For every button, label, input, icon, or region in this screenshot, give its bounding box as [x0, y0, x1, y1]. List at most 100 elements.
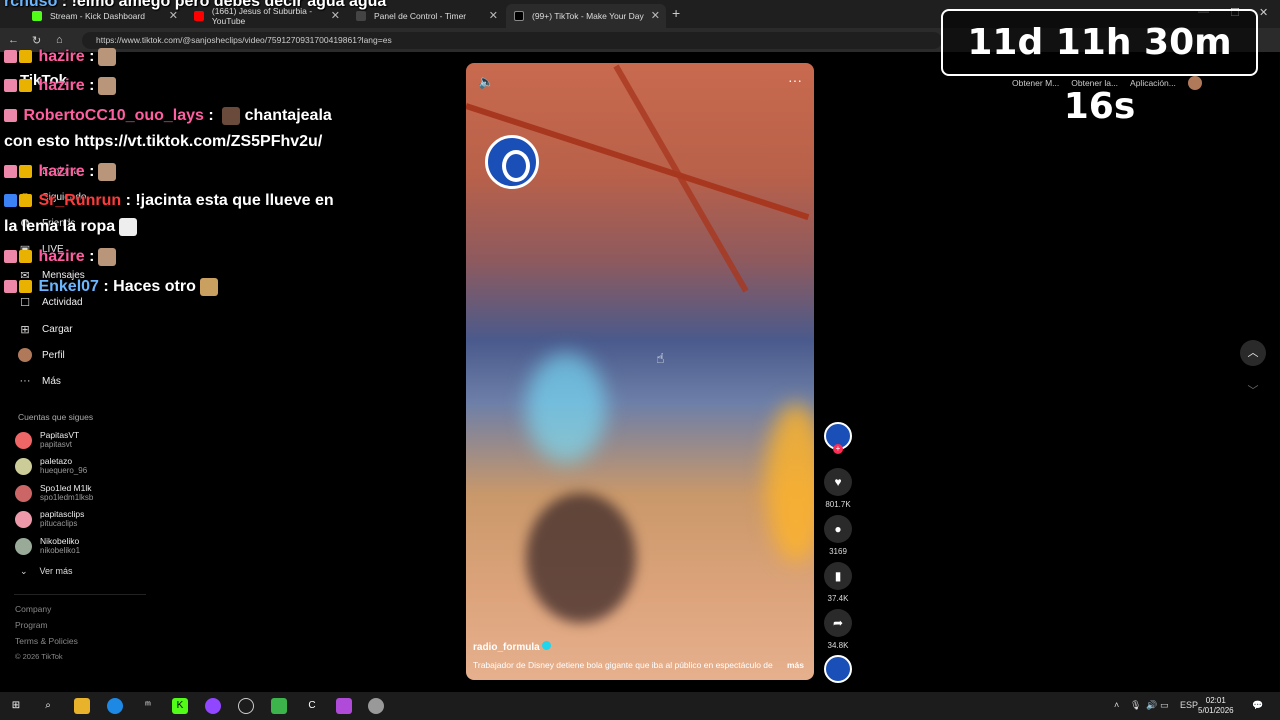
more-link[interactable]: más	[787, 660, 804, 670]
chat-username: hazire	[38, 163, 85, 180]
comment-button[interactable]: ● 3169	[824, 515, 852, 556]
footer-link[interactable]: Terms & Policies	[15, 636, 78, 646]
app-icon[interactable]	[205, 698, 221, 714]
emote-icon	[98, 47, 117, 66]
emote-icon	[222, 106, 241, 125]
previous-video-button[interactable]: ︿	[1240, 340, 1266, 366]
music-disc-icon	[824, 655, 852, 683]
windows-start-icon[interactable]: ⊞	[8, 698, 24, 714]
microphone-icon[interactable]: 🎙	[1130, 700, 1141, 711]
chat-username: RobertoCC10_ouo_lays	[23, 107, 204, 124]
sidebar-item-label: Cargar	[42, 323, 73, 335]
emote-icon	[98, 76, 117, 95]
account-name: PapitasVT	[40, 430, 80, 440]
video-author[interactable]: radio_formula	[473, 641, 552, 653]
following-header: Cuentas que sigues	[18, 412, 94, 422]
sidebar-item-cargar[interactable]: ⊞ Cargar	[18, 322, 73, 336]
chat-message: RobertoCC10_ouo_lays : chantajeala con e…	[4, 106, 332, 150]
upload-icon: ⊞	[20, 323, 30, 336]
app-icon[interactable]: C	[304, 698, 320, 714]
account-name: papitasclips	[40, 509, 85, 519]
file-explorer-icon[interactable]	[74, 698, 90, 714]
chat-message: hazire :	[4, 244, 117, 270]
copyright: © 2026 TikTok	[15, 652, 63, 661]
avatar	[15, 537, 32, 555]
footer-link[interactable]: Program	[15, 620, 48, 630]
app-icon[interactable]	[336, 698, 352, 714]
footer-link[interactable]: Company	[15, 604, 51, 614]
chat-text: Haces otro	[113, 278, 196, 295]
obs-icon[interactable]	[238, 698, 254, 714]
kick-icon[interactable]: K	[172, 698, 188, 714]
followed-account[interactable]: PapitasVT papitasvt	[15, 430, 79, 450]
search-icon[interactable]: ⌕	[40, 698, 56, 714]
chat-message: hazire :	[4, 44, 117, 70]
edge-icon[interactable]	[107, 698, 123, 714]
followed-account[interactable]: paletazo huequero_96	[15, 456, 87, 476]
next-video-button[interactable]: ﹀	[1240, 378, 1266, 404]
followed-account[interactable]: papitasclips pitucaclips	[15, 509, 84, 529]
tray-expand-icon[interactable]: ˄	[1114, 700, 1119, 710]
share-button[interactable]: ➦ 34.8K	[824, 609, 852, 650]
share-count: 34.8K	[827, 641, 849, 650]
speaker-icon[interactable]: 🔊	[1146, 700, 1157, 711]
app-icon[interactable]: ᵐ	[140, 698, 156, 714]
sound-disc-button[interactable]	[824, 655, 852, 683]
sidebar-item-perfil[interactable]: Perfil	[18, 348, 65, 362]
notifications-icon[interactable]: 💬	[1252, 700, 1263, 711]
like-button[interactable]: ♥ 801.7K	[824, 468, 852, 509]
avatar[interactable]	[1187, 76, 1202, 90]
close-window-icon[interactable]: ✕	[1259, 6, 1268, 19]
url-field[interactable]: https://www.tiktok.com/@sanjosheclips/vi…	[82, 32, 942, 49]
badge-icon	[19, 280, 32, 294]
save-button[interactable]: ▮ 37.4K	[824, 562, 852, 603]
badge-icon	[4, 50, 17, 64]
chat-message: Enkel07 : Haces otro	[4, 274, 218, 300]
hand-cursor-icon: ☝	[656, 350, 665, 366]
emote-icon	[98, 162, 117, 181]
desktop-app-button[interactable]: Aplicación...	[1130, 78, 1176, 88]
video-frame-detail	[526, 353, 606, 463]
new-tab-icon[interactable]: +	[672, 5, 680, 21]
see-more-label: Ver más	[39, 566, 73, 576]
more-icon: ···	[19, 375, 31, 387]
tab-label: (99+) TikTok - Make Your Day	[532, 11, 644, 21]
creator-avatar-button[interactable]: +	[824, 422, 852, 454]
chat-message: rchuso : !elmo amego pero debes decir ag…	[4, 0, 386, 12]
get-app-button[interactable]: Obtener la...	[1071, 78, 1118, 88]
tab-tiktok[interactable]: (99+) TikTok - Make Your Day ✕	[506, 4, 666, 28]
close-tab-icon[interactable]: ✕	[489, 9, 498, 22]
like-count: 801.7K	[825, 500, 851, 509]
account-name: paletazo	[40, 456, 73, 466]
account-handle: pitucaclips	[40, 519, 78, 528]
sidebar-item-mas[interactable]: ··· Más	[18, 374, 61, 388]
comment-icon: ●	[824, 515, 852, 543]
badge-icon	[19, 165, 32, 179]
network-icon[interactable]: ▭	[1160, 700, 1169, 711]
more-options-icon[interactable]: ···	[788, 72, 802, 88]
followed-account[interactable]: Spo1led M1lk spo1ledm1lksb	[15, 483, 93, 503]
account-handle: nikobeliko1	[40, 546, 81, 555]
chat-username: Enkel07	[38, 278, 99, 295]
follow-plus-icon[interactable]: +	[833, 444, 843, 454]
avatar	[15, 431, 32, 449]
app-icon[interactable]	[368, 698, 384, 714]
heart-icon: ♥	[824, 468, 852, 496]
video-frame-detail	[766, 403, 814, 563]
get-coins-button[interactable]: Obtener M...	[1012, 78, 1059, 88]
see-more-button[interactable]: ⌄ Ver más	[20, 566, 73, 577]
close-tab-icon[interactable]: ✕	[651, 9, 660, 22]
volume-icon[interactable]: 🔈	[478, 74, 494, 90]
tiktok-icon	[514, 11, 524, 21]
save-count: 37.4K	[827, 594, 849, 603]
video-frame-detail	[526, 493, 636, 623]
profile-icon	[18, 348, 32, 362]
chat-text: !elmo amego pero debes decir agua agua	[71, 0, 387, 10]
verified-icon	[542, 641, 552, 650]
system-clock[interactable]: 02:01 5/01/2026	[1198, 696, 1234, 716]
app-icon[interactable]	[271, 698, 287, 714]
followed-account[interactable]: Nikobeliko nikobeliko1	[15, 536, 80, 556]
language-indicator[interactable]: ESP	[1180, 700, 1198, 710]
tab-label: Panel de Control - Timer	[374, 11, 467, 21]
badge-icon	[19, 194, 32, 208]
